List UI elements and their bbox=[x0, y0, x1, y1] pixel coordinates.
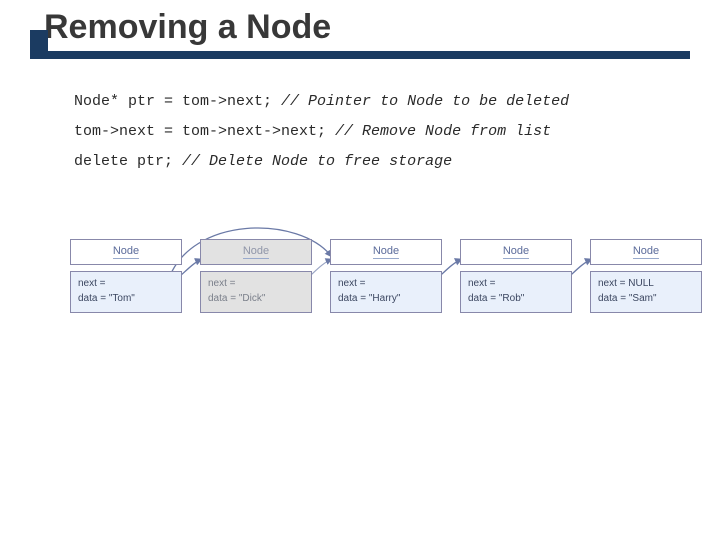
node-next: next = bbox=[338, 277, 434, 292]
node-body: next = data = "Harry" bbox=[330, 271, 442, 313]
code-comment: // Delete Node to free storage bbox=[182, 153, 452, 170]
node-data: data = "Dick" bbox=[208, 292, 304, 307]
code-line-3: delete ptr; // Delete Node to free stora… bbox=[74, 147, 690, 177]
linked-list-diagram: Node next = data = "Tom" Node next = dat… bbox=[70, 209, 710, 369]
node-tom: Node next = data = "Tom" bbox=[70, 239, 182, 313]
node-next: next = bbox=[208, 277, 304, 292]
node-data: data = "Harry" bbox=[338, 292, 434, 307]
node-next: next = bbox=[468, 277, 564, 292]
node-sam: Node next = NULL data = "Sam" bbox=[590, 239, 702, 313]
node-type-label: Node bbox=[633, 245, 659, 259]
node-rob: Node next = data = "Rob" bbox=[460, 239, 572, 313]
node-type-label: Node bbox=[503, 245, 529, 259]
node-harry: Node next = data = "Harry" bbox=[330, 239, 442, 313]
title-rule bbox=[30, 51, 690, 59]
title-accent bbox=[30, 30, 48, 56]
code-comment: // Remove Node from list bbox=[335, 123, 551, 140]
node-header: Node bbox=[460, 239, 572, 265]
node-type-label: Node bbox=[113, 245, 139, 259]
page-title: Removing a Node bbox=[44, 8, 331, 47]
node-body: next = data = "Rob" bbox=[460, 271, 572, 313]
code-block: Node* ptr = tom->next; // Pointer to Nod… bbox=[74, 87, 690, 177]
node-next: next = bbox=[78, 277, 174, 292]
code-line-2: tom->next = tom->next->next; // Remove N… bbox=[74, 117, 690, 147]
node-body: next = data = "Tom" bbox=[70, 271, 182, 313]
code-text: Node* ptr = tom->next; bbox=[74, 93, 281, 110]
code-comment: // Pointer to Node to be deleted bbox=[281, 93, 569, 110]
node-body: next = data = "Dick" bbox=[200, 271, 312, 313]
node-data: data = "Tom" bbox=[78, 292, 174, 307]
code-text: tom->next = tom->next->next; bbox=[74, 123, 335, 140]
node-data: data = "Sam" bbox=[598, 292, 694, 307]
code-text: delete ptr; bbox=[74, 153, 182, 170]
node-dick: Node next = data = "Dick" bbox=[200, 239, 312, 313]
node-next: next = NULL bbox=[598, 277, 694, 292]
node-header: Node bbox=[330, 239, 442, 265]
node-body: next = NULL data = "Sam" bbox=[590, 271, 702, 313]
node-type-label: Node bbox=[373, 245, 399, 259]
node-header: Node bbox=[590, 239, 702, 265]
node-header: Node bbox=[70, 239, 182, 265]
node-data: data = "Rob" bbox=[468, 292, 564, 307]
node-header: Node bbox=[200, 239, 312, 265]
node-type-label: Node bbox=[243, 245, 269, 259]
code-line-1: Node* ptr = tom->next; // Pointer to Nod… bbox=[74, 87, 690, 117]
